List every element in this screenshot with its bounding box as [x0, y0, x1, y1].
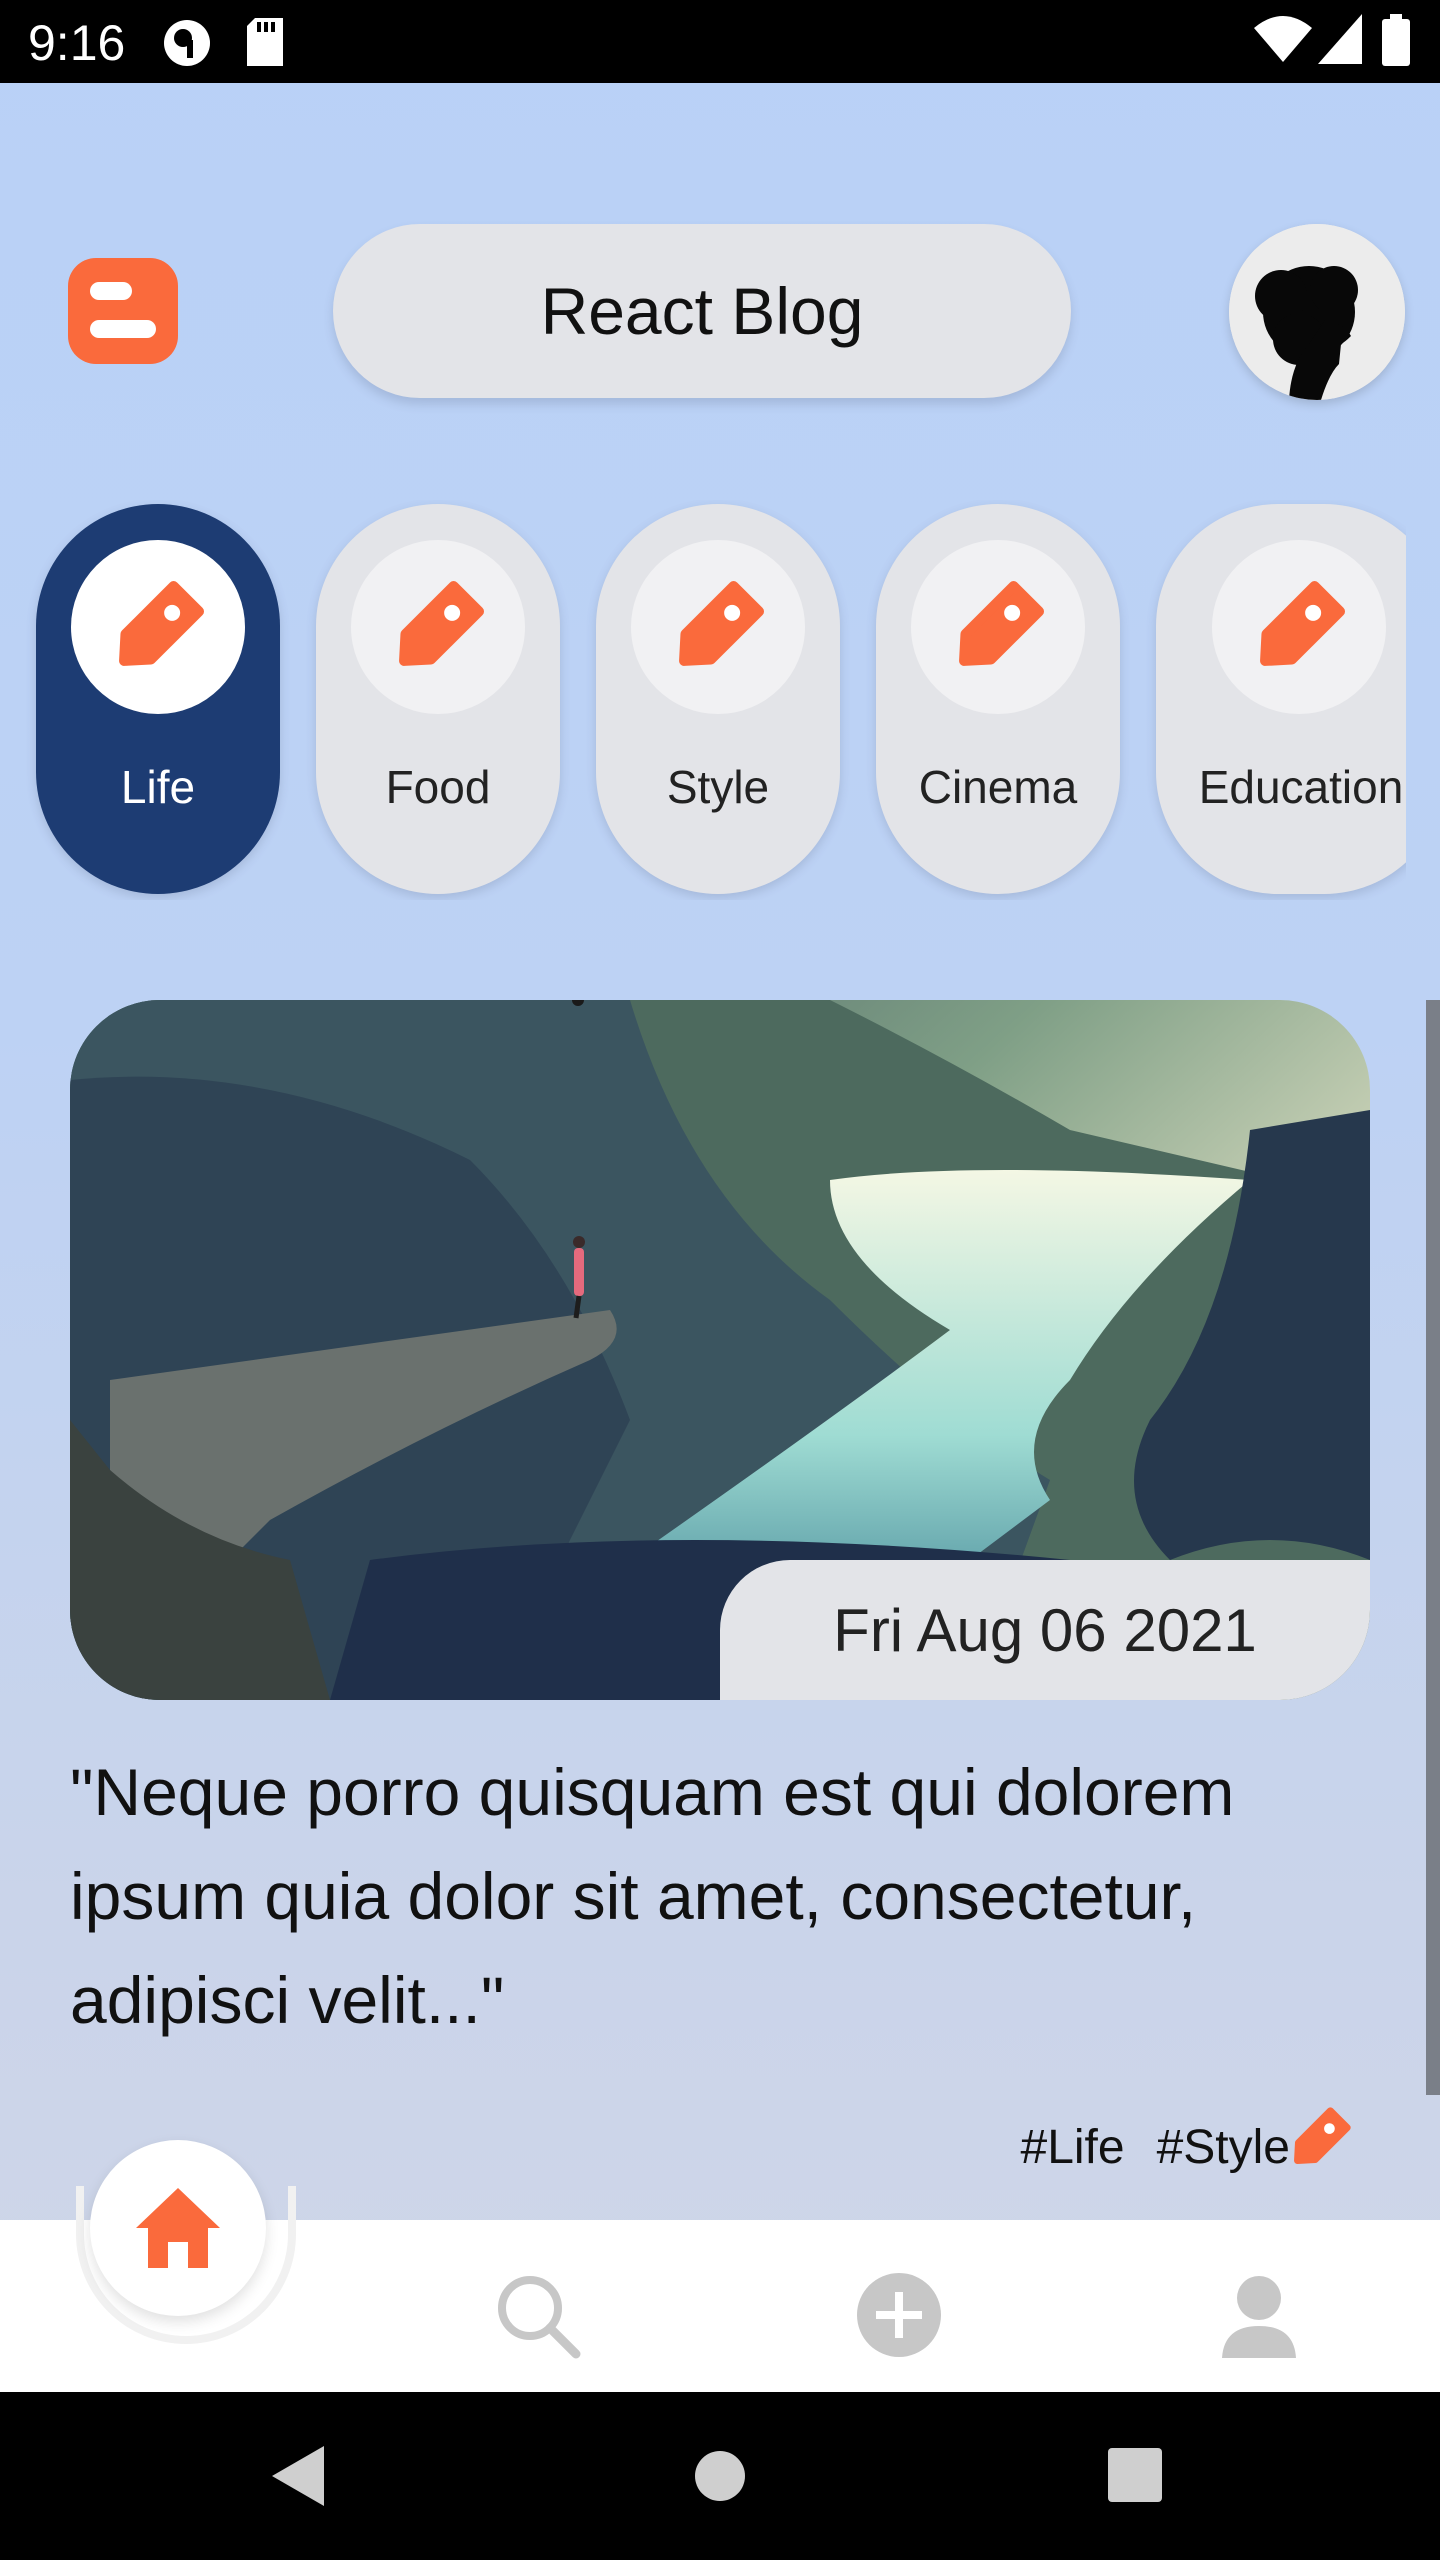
- blogger-logo-icon[interactable]: [68, 258, 178, 364]
- category-label: Cinema: [918, 761, 1078, 813]
- nav-home-button[interactable]: [90, 2140, 266, 2316]
- category-label: Life: [120, 761, 196, 813]
- tag-icon: [959, 580, 1045, 666]
- status-bar: 9:16: [0, 0, 1440, 83]
- category-life[interactable]: Life: [36, 504, 280, 894]
- user-avatar-silhouette: [1229, 224, 1405, 400]
- tag-icon: [1260, 580, 1346, 666]
- search-icon[interactable]: [492, 2270, 582, 2360]
- signal-icon: [1318, 14, 1362, 64]
- sd-card-icon: [247, 18, 283, 66]
- category-cinema[interactable]: Cinema: [876, 504, 1120, 894]
- scrollbar[interactable]: [1426, 1000, 1440, 2095]
- category-food[interactable]: Food: [316, 504, 560, 894]
- tag-link[interactable]: #Life: [1021, 2120, 1125, 2175]
- tag-icon: [399, 580, 485, 666]
- status-time: 9:16: [28, 15, 126, 71]
- tag-icon: [119, 580, 205, 666]
- post-date: Fri Aug 06 2021: [720, 1560, 1370, 1700]
- post-excerpt[interactable]: "Neque porro quisquam est qui dolorem ip…: [70, 1740, 1370, 2052]
- category-label: Food: [385, 761, 491, 813]
- battery-icon: [1382, 14, 1410, 66]
- wifi-icon: [1254, 16, 1312, 62]
- post-tags: #Life #Style: [1021, 2120, 1291, 2175]
- tag-icon: [1294, 2107, 1351, 2164]
- back-icon[interactable]: [270, 2446, 326, 2506]
- avatar[interactable]: [1229, 224, 1405, 400]
- recents-icon[interactable]: [1108, 2448, 1162, 2502]
- post-image[interactable]: Fri Aug 06 2021: [70, 1000, 1370, 1700]
- android-navigation-bar: [0, 2392, 1440, 2560]
- home-system-icon[interactable]: [694, 2450, 746, 2502]
- category-list: Life Food Style Cinema Education: [0, 500, 1406, 900]
- home-icon: [136, 2188, 220, 2268]
- podcast-icon: [164, 20, 210, 66]
- category-label: Education: [1198, 761, 1404, 813]
- category-label: Style: [666, 761, 770, 813]
- profile-icon[interactable]: [1214, 2270, 1304, 2360]
- tag-link[interactable]: #Style: [1157, 2120, 1290, 2175]
- category-education[interactable]: Education: [1156, 504, 1406, 894]
- add-circle-icon[interactable]: [854, 2270, 944, 2360]
- app-title: React Blog: [333, 224, 1071, 398]
- category-style[interactable]: Style: [596, 504, 840, 894]
- tag-icon: [679, 580, 765, 666]
